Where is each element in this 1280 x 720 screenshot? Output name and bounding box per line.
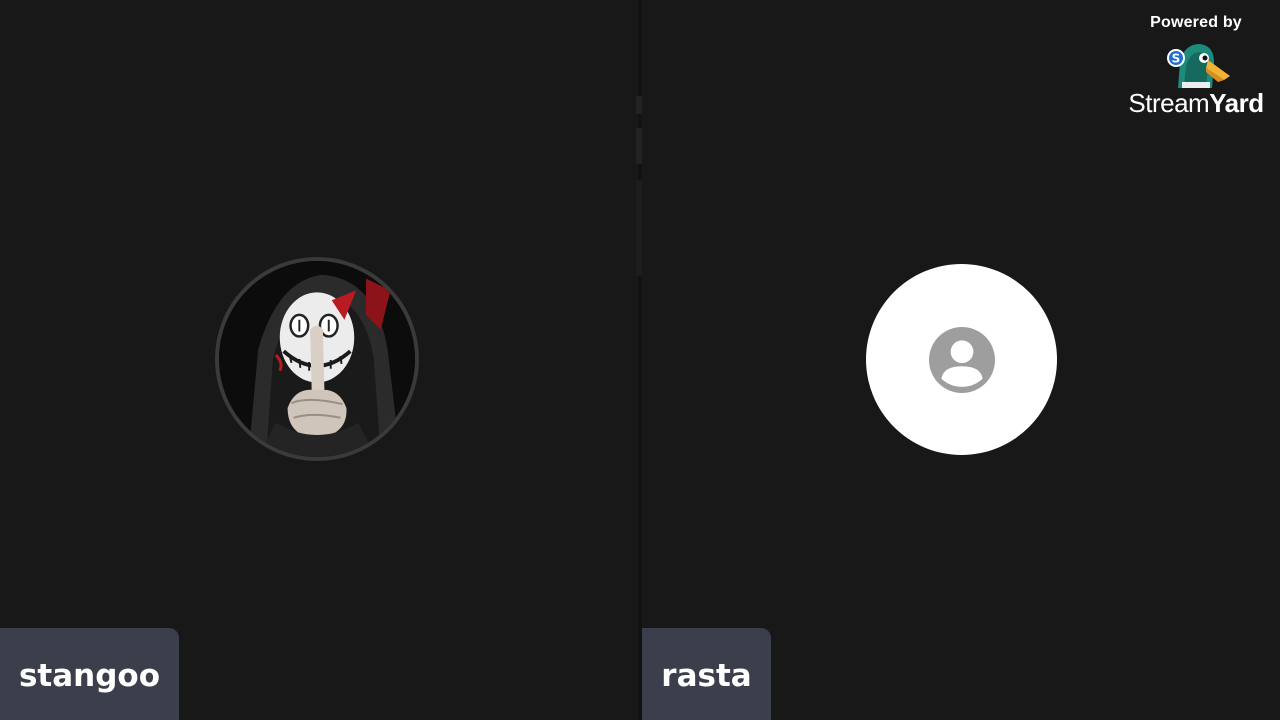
stream-canvas: stangoo rasta Powered by S StreamYard xyxy=(0,0,1280,720)
divider-artifact xyxy=(636,180,642,276)
participant-name: rasta xyxy=(661,658,752,694)
avatar-rasta xyxy=(866,264,1057,455)
divider-artifact xyxy=(636,128,642,164)
powered-by-label: Powered by xyxy=(1150,14,1242,31)
avatar-stangoo xyxy=(215,257,419,461)
svg-text:S: S xyxy=(1172,52,1181,66)
brand-name-part2: Yard xyxy=(1209,88,1264,118)
name-tag-rasta: rasta xyxy=(642,628,771,720)
duck-mascot-icon: S xyxy=(1167,44,1230,88)
avatar-image xyxy=(219,261,415,457)
streamyard-branding: Powered by S StreamYard xyxy=(1120,14,1272,119)
brand-name: StreamYard xyxy=(1120,88,1272,119)
brand-name-part1: Stream xyxy=(1128,88,1210,118)
participant-name: stangoo xyxy=(18,658,161,694)
person-icon xyxy=(928,326,995,393)
divider-artifact xyxy=(636,96,642,114)
name-tag-stangoo: stangoo xyxy=(0,628,179,720)
